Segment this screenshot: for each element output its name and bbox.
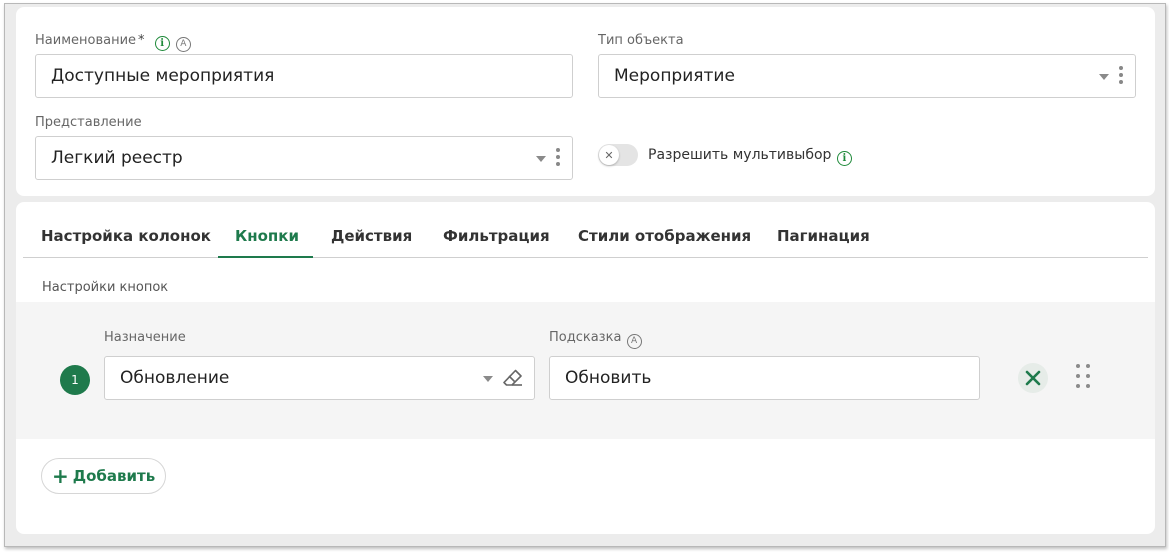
more-vertical-icon[interactable] — [556, 148, 560, 169]
add-button-label: Добавить — [72, 467, 156, 485]
purpose-select-value: Обновление — [120, 368, 230, 388]
row-number-badge: 1 — [60, 365, 90, 395]
tab-buttons[interactable]: Кнопки — [218, 223, 313, 258]
toggle-off-icon: ✕ — [599, 145, 619, 165]
chevron-down-icon[interactable] — [483, 376, 493, 382]
tab-filtering[interactable]: Фильтрация — [443, 223, 550, 258]
drag-handle-icon[interactable] — [1076, 364, 1092, 390]
tab-display-styles[interactable]: Стили отображения — [578, 223, 751, 258]
view-label: Представление — [35, 115, 142, 130]
view-select-value: Легкий реестр — [51, 148, 183, 168]
type-select[interactable]: Мероприятие — [598, 54, 1136, 98]
tab-columns[interactable]: Настройка колонок — [41, 223, 211, 258]
multiselect-toggle[interactable]: ✕ — [598, 144, 638, 166]
close-icon — [1025, 370, 1041, 386]
tab-actions[interactable]: Действия — [331, 223, 412, 258]
hint-label: Подсказка A — [549, 330, 642, 349]
more-vertical-icon[interactable] — [1119, 66, 1123, 87]
eraser-icon[interactable] — [501, 366, 525, 390]
button-row: 1 Назначение Обновление Подсказка A Обно… — [16, 302, 1155, 439]
name-input[interactable]: Доступные мероприятия — [35, 54, 573, 98]
tab-pagination[interactable]: Пагинация — [777, 223, 870, 258]
settings-tabs-card: Настройка колонок Кнопки Действия Фильтр… — [16, 202, 1155, 534]
section-title: Настройки кнопок — [42, 280, 169, 295]
chevron-down-icon[interactable] — [536, 156, 546, 162]
hint-input-value: Обновить — [565, 368, 652, 388]
purpose-label: Назначение — [104, 330, 186, 345]
remove-row-button[interactable] — [1018, 363, 1048, 393]
view-select[interactable]: Легкий реестр — [35, 136, 573, 180]
name-label: Наименование * i A — [35, 33, 191, 52]
info-icon[interactable]: i — [154, 36, 170, 51]
plus-icon: + — [52, 464, 69, 488]
info-icon[interactable]: i — [836, 151, 852, 166]
required-mark: * — [138, 33, 145, 48]
multiselect-label: Разрешить мультивыбор i — [648, 147, 852, 166]
type-label: Тип объекта — [598, 33, 684, 48]
hint-input[interactable]: Обновить — [549, 356, 980, 400]
general-settings-card: Наименование * i A Доступные мероприятия … — [16, 7, 1155, 196]
add-button[interactable]: + Добавить — [41, 458, 167, 494]
name-input-value: Доступные мероприятия — [51, 66, 275, 86]
auto-icon[interactable]: A — [175, 36, 191, 52]
type-select-value: Мероприятие — [614, 66, 735, 86]
chevron-down-icon[interactable] — [1099, 74, 1109, 80]
window-frame: Наименование * i A Доступные мероприятия … — [4, 3, 1166, 547]
tab-bar: Настройка колонок Кнопки Действия Фильтр… — [23, 223, 1148, 258]
auto-icon[interactable]: A — [626, 333, 642, 349]
purpose-select[interactable]: Обновление — [104, 356, 535, 400]
